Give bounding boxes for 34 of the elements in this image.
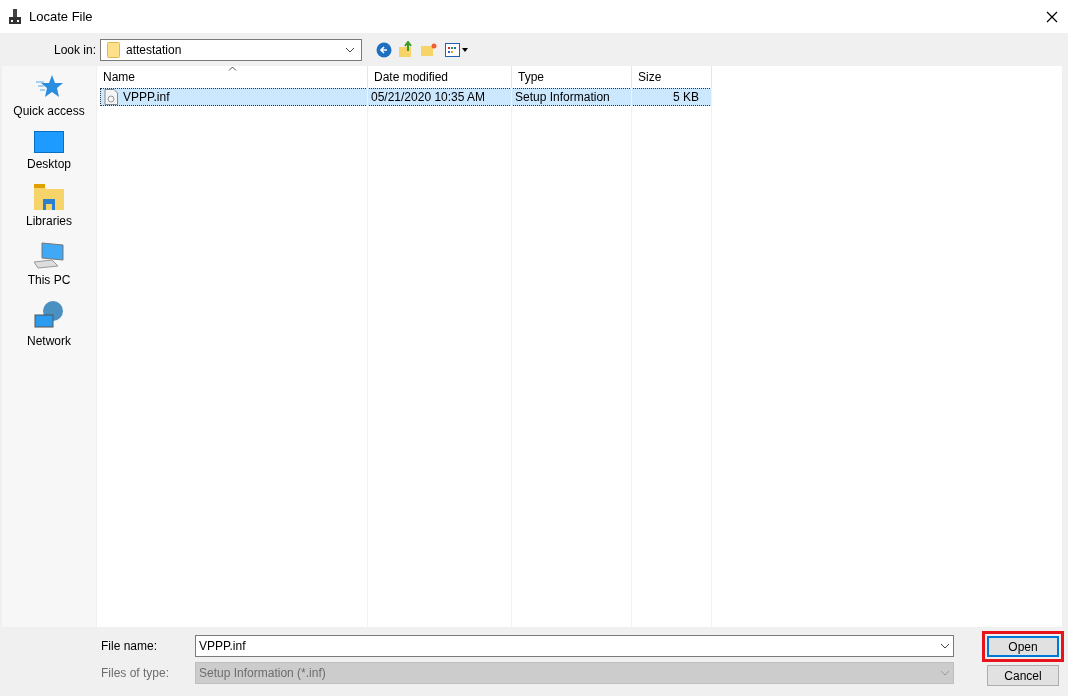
sidebar-item[interactable]: Network (27, 332, 71, 350)
file-row[interactable]: VPPP.inf 05/21/2020 10:35 AM Setup Information 5 KB (100, 88, 712, 106)
network-icon (34, 300, 64, 330)
sidebar-item[interactable]: Desktop (27, 155, 71, 173)
up-folder-icon[interactable] (398, 41, 414, 58)
new-folder-icon[interactable] (420, 42, 437, 57)
sidebar-item[interactable]: This PC (27, 271, 71, 289)
look-in-label: Look in: (54, 41, 98, 59)
file-type-label: Files of type: (101, 665, 171, 682)
table-cell-text: 5 KB (673, 89, 699, 106)
app-icon (8, 8, 22, 25)
star-icon (35, 74, 63, 100)
view-menu-icon[interactable] (445, 42, 469, 57)
computer-icon (34, 241, 64, 269)
file-name-field[interactable]: VPPP.inf (195, 635, 954, 657)
window-title: Locate File (29, 7, 93, 26)
dialog-button[interactable]: Open (987, 636, 1059, 657)
back-icon[interactable] (376, 41, 392, 58)
folder-icon (107, 41, 120, 58)
chevron-down-icon (940, 670, 950, 676)
sidebar-item[interactable]: Quick access (13, 102, 85, 120)
folder-icon (34, 184, 64, 210)
close-icon[interactable] (1046, 10, 1058, 23)
chevron-down-icon (345, 46, 355, 53)
table-cell-text: 05/21/2020 10:35 AM (371, 89, 486, 106)
look-in-dropdown[interactable]: attestation (100, 38, 362, 61)
table-cell-text: VPPP.inf (123, 89, 170, 106)
monitor-icon (34, 131, 64, 153)
file-icon (104, 89, 118, 105)
table-cell-text: Setup Information (515, 89, 610, 106)
dialog-button[interactable]: Cancel (987, 665, 1059, 686)
chevron-down-icon (940, 643, 950, 649)
file-name-label: File name: (101, 638, 159, 655)
sidebar-item[interactable]: Libraries (26, 212, 72, 230)
